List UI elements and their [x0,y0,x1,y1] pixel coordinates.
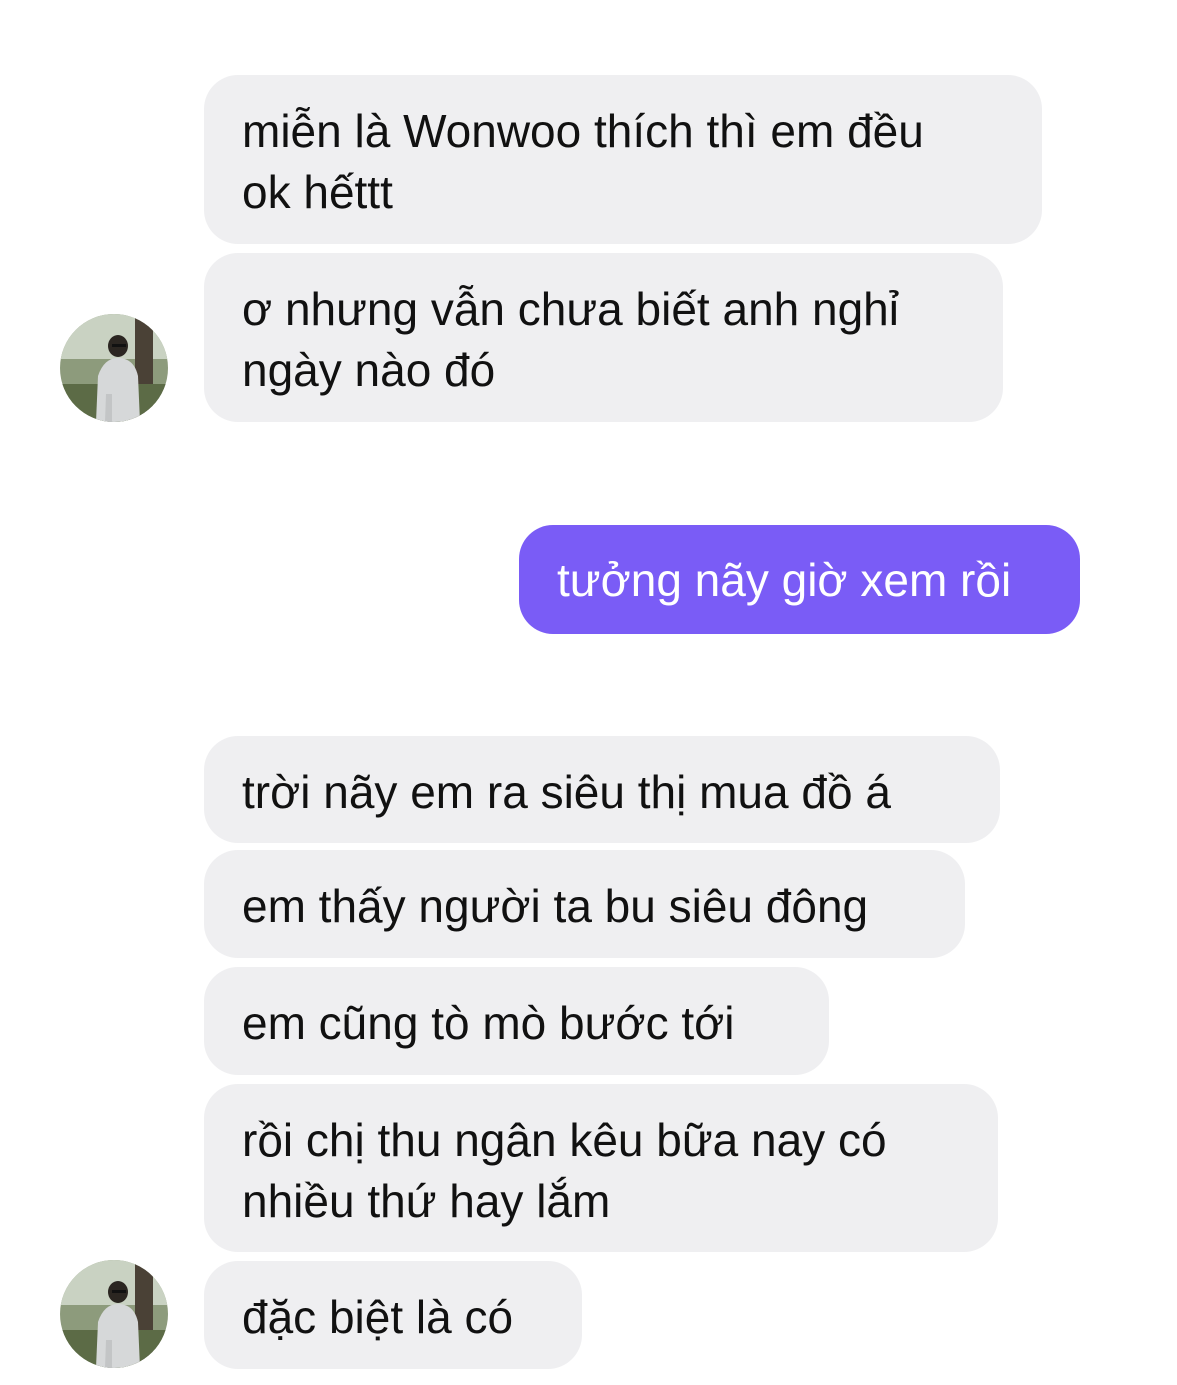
contact-avatar[interactable] [60,314,168,422]
contact-avatar[interactable] [60,1260,168,1368]
incoming-message-bubble[interactable]: đặc biệt là có [204,1261,582,1369]
outgoing-message-bubble[interactable]: tưởng nãy giờ xem rồi [519,525,1080,634]
incoming-message-bubble[interactable]: ơ nhưng vẫn chưa biết anh nghỉ ngày nào … [204,253,1003,422]
incoming-message-bubble[interactable]: em cũng tò mò bước tới [204,967,829,1075]
incoming-message-bubble[interactable]: trời nãy em ra siêu thị mua đồ á [204,736,1000,843]
incoming-message-bubble[interactable]: rồi chị thu ngân kêu bữa nay có nhiều th… [204,1084,998,1252]
scroll-indicator [352,58,382,61]
avatar-photo-icon [60,314,168,422]
chat-thread[interactable]: miễn là Wonwoo thích thì em đều ok hếttt… [0,0,1177,1385]
avatar-photo-icon [60,1260,168,1368]
incoming-message-bubble[interactable]: miễn là Wonwoo thích thì em đều ok hếttt [204,75,1042,244]
incoming-message-bubble[interactable]: em thấy người ta bu siêu đông [204,850,965,958]
